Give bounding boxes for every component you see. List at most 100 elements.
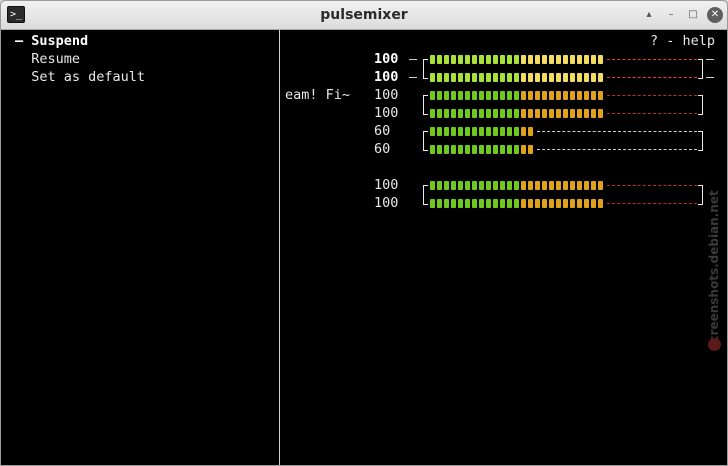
volume-bar-segment [493, 199, 498, 208]
menu-item-label: Resume [31, 51, 81, 67]
volume-bar-segment [486, 199, 491, 208]
volume-bar-segment [528, 181, 533, 190]
volume-bar-segment [479, 109, 484, 118]
volume-bar-segment [584, 181, 589, 190]
volume-bar[interactable] [430, 73, 697, 82]
volume-bar-segment [479, 91, 484, 100]
volume-bar-segment [584, 73, 589, 82]
volume-bar-segment [570, 91, 575, 100]
volume-bar-segment [507, 55, 512, 64]
volume-bar-segment [472, 181, 477, 190]
volume-bar-segment [493, 55, 498, 64]
volume-bar-segment [514, 145, 519, 154]
menu-item-suspend[interactable]: – Suspend [15, 32, 145, 50]
volume-bar-segment [549, 55, 554, 64]
volume-bar-segment [563, 181, 568, 190]
minimize-icon[interactable]: – [663, 7, 679, 23]
volume-bar-segment [451, 91, 456, 100]
volume-bar-remainder [537, 149, 697, 150]
channel-volume-value: 60 [374, 141, 391, 157]
channel-group-bracket-right [698, 95, 703, 115]
volume-bar-segment [500, 109, 505, 118]
volume-bar-segment [430, 109, 435, 118]
volume-bar-segment [598, 199, 603, 208]
volume-bar[interactable] [430, 181, 697, 190]
maximize-icon[interactable]: □ [685, 7, 701, 23]
volume-bar-segment [542, 73, 547, 82]
watermark-logo-icon [708, 338, 721, 351]
volume-bar-segment [458, 145, 463, 154]
volume-bar[interactable] [430, 55, 697, 64]
volume-bar[interactable] [430, 109, 697, 118]
volume-bar[interactable] [430, 91, 697, 100]
restore-up-icon[interactable]: ▴ [641, 7, 657, 23]
volume-bar-segment [458, 127, 463, 136]
volume-bar-segment [514, 181, 519, 190]
channel-volume-value: 100 [374, 69, 399, 85]
volume-bar-segment [563, 91, 568, 100]
volume-bar-segment [514, 109, 519, 118]
volume-bar-segment [514, 127, 519, 136]
volume-bar-segment [577, 109, 582, 118]
stream-name[interactable]: eam! Fi~ [285, 86, 350, 104]
volume-bar-segment [451, 199, 456, 208]
volume-bar-segment [465, 55, 470, 64]
window-title: pulsemixer [320, 7, 408, 23]
volume-bar[interactable] [430, 199, 697, 208]
volume-bar[interactable] [430, 127, 697, 136]
volume-bar-segment [479, 145, 484, 154]
window-controls: ▴ – □ ✕ [641, 7, 723, 23]
volume-bar-segment [514, 91, 519, 100]
volume-bar-segment [486, 55, 491, 64]
volume-bar-segment [444, 199, 449, 208]
focus-marker-left: – [409, 51, 418, 67]
volume-bar-segment [556, 73, 561, 82]
volume-bar-segment [528, 199, 533, 208]
volume-bar-segment [528, 55, 533, 64]
volume-bar-segment [563, 109, 568, 118]
volume-bar-segment [591, 199, 596, 208]
volume-bar-segment [472, 199, 477, 208]
volume-bar-segment [570, 109, 575, 118]
volume-bar-segment [500, 181, 505, 190]
channel-group-bracket-left [423, 59, 428, 79]
volume-bar-segment [430, 199, 435, 208]
menu-item-resume[interactable]: Resume [15, 50, 145, 68]
volume-bar-segment [542, 109, 547, 118]
volume-bar-segment [556, 199, 561, 208]
volume-bar-segment [521, 127, 526, 136]
volume-bar-segment [486, 73, 491, 82]
title-bar[interactable]: >_ pulsemixer ▴ – □ ✕ [1, 1, 727, 30]
volume-bar-segment [479, 181, 484, 190]
volume-bar-segment [528, 91, 533, 100]
volume-bar-segment [465, 199, 470, 208]
menu-item-label: Suspend [31, 33, 89, 49]
channel-volume-value: 100 [374, 195, 399, 211]
volume-bar-remainder [537, 131, 697, 132]
volume-bar-remainder [607, 95, 697, 96]
volume-bar-segment [444, 91, 449, 100]
volume-bar-segment [479, 73, 484, 82]
channel-group-bracket-left [423, 185, 428, 205]
menu-item-label: Set as default [31, 69, 146, 85]
volume-bar-segment [465, 181, 470, 190]
volume-bar-segment [430, 91, 435, 100]
volume-bar-segment [437, 145, 442, 154]
volume-bar-segment [465, 73, 470, 82]
volume-bar-segment [528, 127, 533, 136]
volume-bar-segment [437, 73, 442, 82]
volume-bar-segment [430, 145, 435, 154]
volume-bar-segment [598, 55, 603, 64]
volume-bar-segment [500, 91, 505, 100]
volume-bar-segment [570, 181, 575, 190]
menu-item-set-as-default[interactable]: Set as default [15, 68, 145, 86]
volume-bar-segment [437, 109, 442, 118]
volume-bar[interactable] [430, 145, 697, 154]
volume-bar-segment [549, 73, 554, 82]
volume-bar-remainder [607, 77, 697, 78]
close-icon[interactable]: ✕ [707, 7, 723, 23]
volume-bar-segment [507, 199, 512, 208]
volume-bar-segment [591, 91, 596, 100]
volume-bar-remainder [607, 203, 697, 204]
volume-bar-segment [458, 109, 463, 118]
